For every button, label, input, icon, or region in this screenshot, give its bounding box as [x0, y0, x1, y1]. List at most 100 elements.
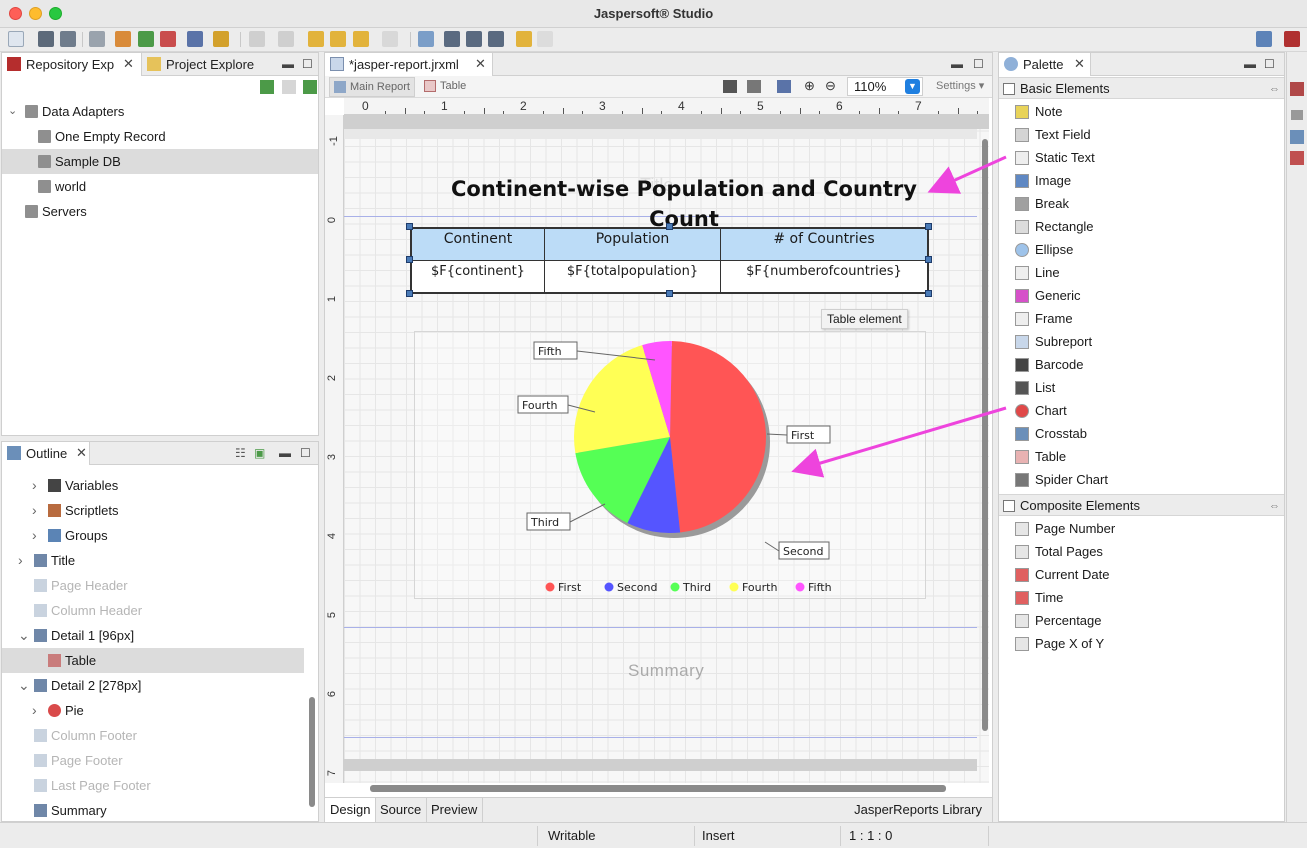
report-canvas[interactable]: Title Continent-wise Population and Coun…	[344, 115, 989, 783]
minimize-icon[interactable]: ▬	[1244, 57, 1256, 71]
tab-design[interactable]: Design	[325, 798, 377, 823]
resize-handle[interactable]	[666, 290, 673, 297]
palette-item-static-text[interactable]: Static Text	[999, 146, 1284, 169]
split-icon[interactable]	[466, 31, 482, 47]
wizard-icon[interactable]	[213, 31, 229, 47]
compile-icon[interactable]	[115, 31, 131, 47]
repository-tree-item[interactable]: world	[2, 174, 318, 199]
close-icon[interactable]: ✕	[123, 56, 134, 72]
perspective-icon[interactable]	[1256, 31, 1272, 47]
palette-item-frame[interactable]: Frame	[999, 307, 1284, 330]
restore-icon[interactable]	[1291, 110, 1303, 120]
outline-tree-item[interactable]: › Variables	[2, 473, 304, 498]
chevron-down-icon[interactable]: ⌄	[18, 623, 30, 648]
link-icon[interactable]	[537, 31, 553, 47]
save-all-icon[interactable]	[60, 31, 76, 47]
palette-item-line[interactable]: Line	[999, 261, 1284, 284]
arrow-icon[interactable]	[516, 31, 532, 47]
page-size-icon[interactable]	[723, 80, 737, 93]
redo-icon[interactable]	[330, 31, 346, 47]
palette-item-break[interactable]: Break	[999, 192, 1284, 215]
outline-tree-item[interactable]: ⌄ Detail 1 [96px]	[2, 623, 304, 648]
table-element[interactable]: Continent Population # of Countries $F{c…	[410, 227, 929, 294]
resize-handle[interactable]	[406, 256, 413, 263]
chevron-right-icon[interactable]: ›	[32, 698, 37, 723]
palette-item-text-field[interactable]: Text Field	[999, 123, 1284, 146]
outline-tree-item[interactable]: › Scriptlets	[2, 498, 304, 523]
print-icon[interactable]	[89, 31, 105, 47]
close-icon[interactable]: ✕	[1074, 56, 1085, 72]
composite-elements-header[interactable]: Composite Elements ⇔	[999, 494, 1284, 516]
outline-tree-item[interactable]: Page Footer	[2, 748, 304, 773]
minimize-icon[interactable]: ▬	[951, 57, 963, 71]
chevron-right-icon[interactable]: ›	[32, 523, 37, 548]
tab-source[interactable]: Source	[375, 798, 428, 823]
zoom-in-icon[interactable]: ⊕	[804, 78, 815, 94]
chevron-right-icon[interactable]: ›	[32, 473, 37, 498]
palette-item-time[interactable]: Time	[999, 586, 1284, 609]
outline-tree-item[interactable]: › Groups	[2, 523, 304, 548]
palette-item-table[interactable]: Table	[999, 445, 1284, 468]
palette-item-barcode[interactable]: Barcode	[999, 353, 1284, 376]
outline-tree-item[interactable]: › Title	[2, 548, 304, 573]
maximize-icon[interactable]: ☐	[302, 57, 313, 71]
horizontal-scrollbar[interactable]	[370, 785, 946, 792]
tab-jasper-report[interactable]: *jasper-report.jrxml ✕	[325, 53, 493, 76]
palette-item-crosstab[interactable]: Crosstab	[999, 422, 1284, 445]
maximize-icon[interactable]: ☐	[1264, 57, 1275, 71]
outline-tree-item[interactable]: Column Header	[2, 598, 304, 623]
tree-view-icon[interactable]: ☷	[235, 446, 246, 460]
palette-item-generic[interactable]: Generic	[999, 284, 1284, 307]
save-image-icon[interactable]	[777, 80, 791, 93]
chevron-right-icon[interactable]: ›	[32, 498, 37, 523]
palette-item-image[interactable]: Image	[999, 169, 1284, 192]
import-icon[interactable]	[303, 80, 317, 94]
expand-all-icon[interactable]: ▣	[254, 446, 265, 460]
resize-handle[interactable]	[925, 256, 932, 263]
jaspersoft-perspective-icon[interactable]	[1284, 31, 1300, 47]
basic-elements-header[interactable]: Basic Elements ⇔	[999, 77, 1284, 99]
palette-item-note[interactable]: Note	[999, 100, 1284, 123]
forward-icon[interactable]	[382, 31, 398, 47]
outline-tree-item[interactable]: Table	[2, 648, 304, 673]
outline-tree-item[interactable]: Column Footer	[2, 723, 304, 748]
zoom-out-icon[interactable]: ⊖	[825, 78, 836, 94]
back-icon[interactable]	[353, 31, 369, 47]
pie-chart-element[interactable]: First Second Third Fourth Fifth First Second Th…	[414, 331, 926, 599]
export-icon[interactable]	[418, 31, 434, 47]
palette-item-subreport[interactable]: Subreport	[999, 330, 1284, 353]
outline-tree-item[interactable]: ⌄ Detail 2 [278px]	[2, 673, 304, 698]
settings-menu[interactable]: Settings ▾	[936, 79, 984, 92]
undo-icon[interactable]	[308, 31, 324, 47]
resize-handle[interactable]	[925, 223, 932, 230]
palette-item-rectangle[interactable]: Rectangle	[999, 215, 1284, 238]
layout-icon[interactable]	[444, 31, 460, 47]
view-icon[interactable]	[1290, 82, 1304, 96]
minimize-icon[interactable]: ▬	[279, 446, 291, 460]
link-icon[interactable]	[282, 80, 296, 94]
palette-item-page-x-of-y[interactable]: Page X of Y	[999, 632, 1284, 655]
grid-icon[interactable]	[488, 31, 504, 47]
collapse-icon[interactable]: ⇔	[1269, 78, 1280, 100]
fit-icon[interactable]	[747, 80, 761, 93]
report-title[interactable]: Continent-wise Population and Country Co…	[430, 174, 938, 231]
palette-item-current-date[interactable]: Current Date	[999, 563, 1284, 586]
chevron-down-icon[interactable]: ⌄	[8, 99, 17, 124]
outline-tree-item[interactable]: Page Header	[2, 573, 304, 598]
outline-tree-item[interactable]: Last Page Footer	[2, 773, 304, 798]
resize-handle[interactable]	[406, 223, 413, 230]
maximize-icon[interactable]: ☐	[973, 57, 984, 71]
outline-scrollbar[interactable]	[309, 697, 315, 807]
palette-item-percentage[interactable]: Percentage	[999, 609, 1284, 632]
properties-icon[interactable]	[1290, 130, 1304, 144]
vertical-scrollbar[interactable]	[982, 139, 988, 731]
palette-item-page-number[interactable]: Page Number	[999, 517, 1284, 540]
tab-outline[interactable]: Outline ✕	[2, 442, 90, 465]
save-icon[interactable]	[38, 31, 54, 47]
palette-item-chart[interactable]: Chart	[999, 399, 1284, 422]
outline-tree-item[interactable]: › Pie	[2, 698, 304, 723]
problems-icon[interactable]	[1290, 151, 1304, 165]
debug-icon[interactable]	[160, 31, 176, 47]
add-adapter-icon[interactable]	[260, 80, 274, 94]
outline-tree-item[interactable]: Summary	[2, 798, 304, 823]
